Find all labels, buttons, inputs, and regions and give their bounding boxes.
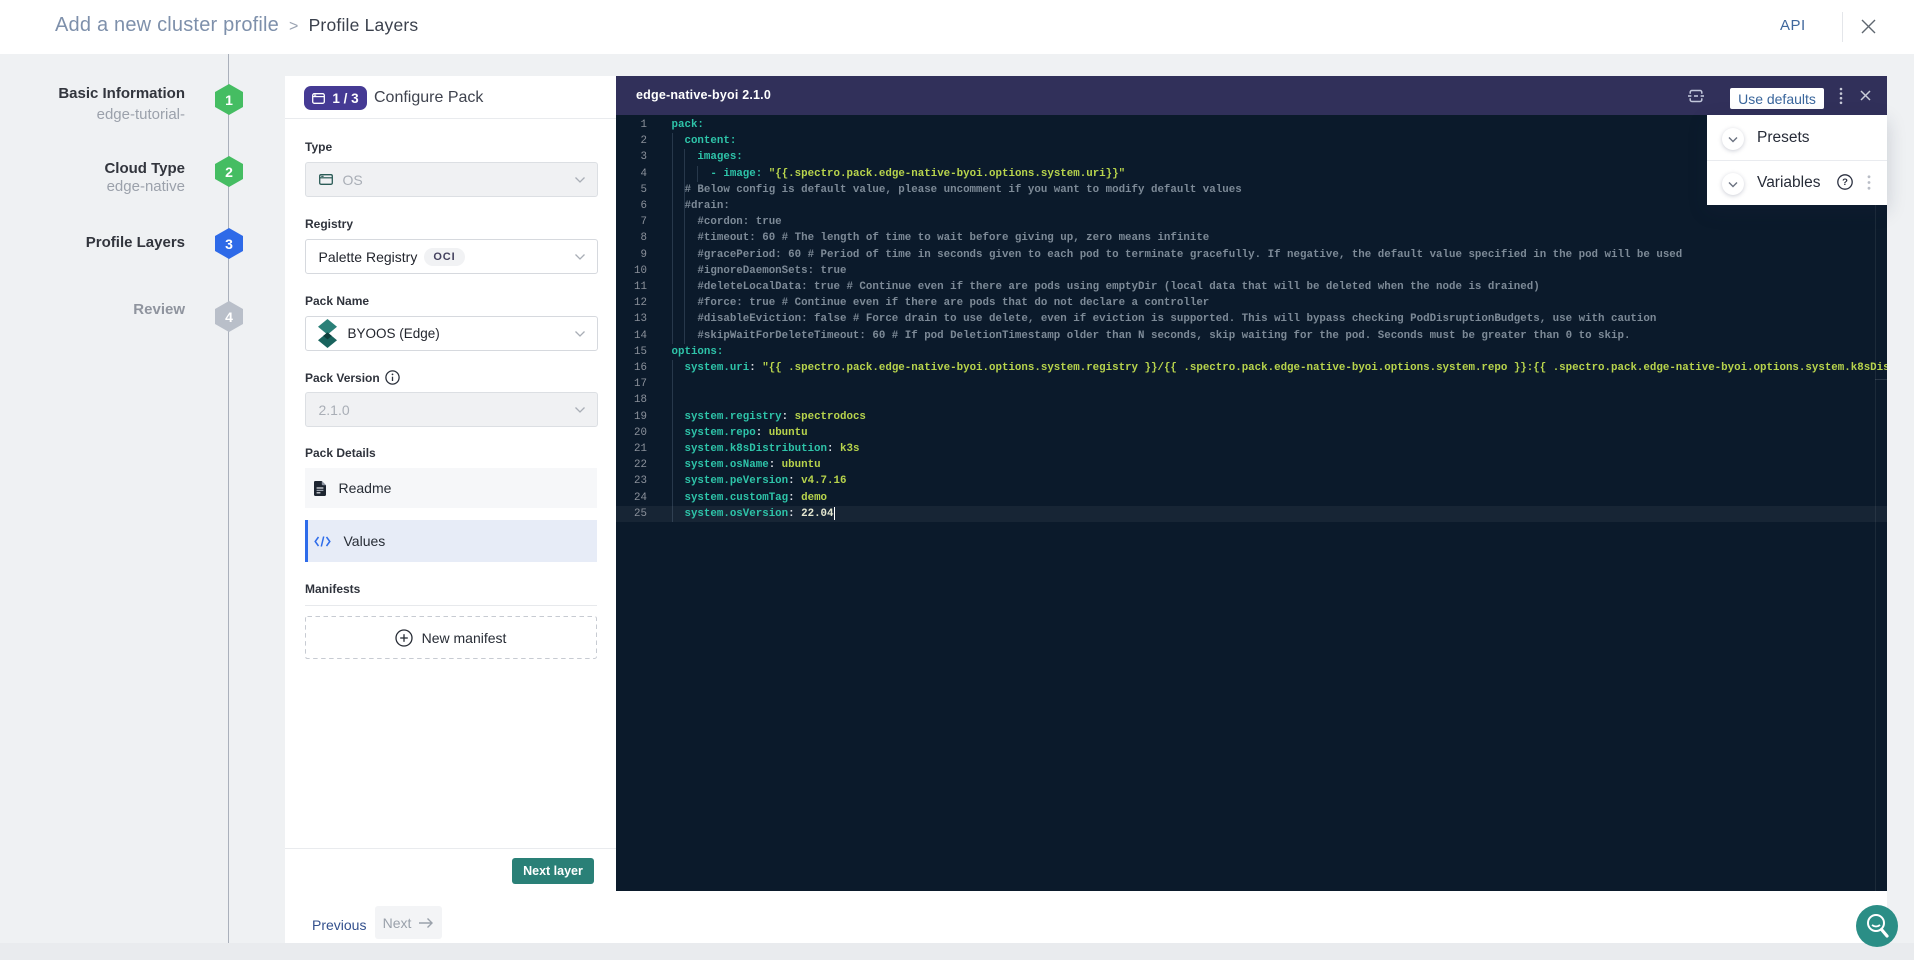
svg-text:?: ? [1842,177,1848,188]
